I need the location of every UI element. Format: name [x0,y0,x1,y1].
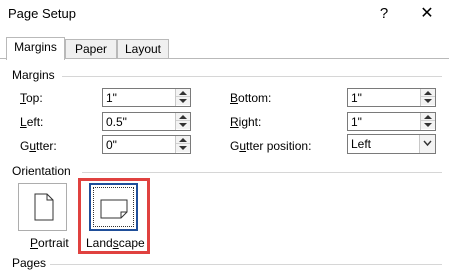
chevron-down-icon[interactable] [419,135,435,153]
left-margin-value: 0.5" [106,115,127,129]
top-label: Top: [20,91,43,105]
bottom-increment-button[interactable] [421,89,435,97]
title-bar: Page Setup ? ✕ [0,0,449,30]
bottom-margin-spinner[interactable]: 1" [347,88,436,107]
help-button[interactable]: ? [374,4,394,24]
top-increment-button[interactable] [176,89,190,97]
landscape-option[interactable] [89,183,138,231]
left-label: Left: [20,115,44,129]
margins-divider [62,76,442,77]
bottom-label: Bottom: [230,91,272,105]
right-increment-button[interactable] [421,113,435,121]
left-increment-button[interactable] [176,113,190,121]
margins-section-label: Margins [12,68,55,82]
top-decrement-button[interactable] [176,97,190,105]
orientation-section-label: Orientation [12,164,71,178]
tab-layout[interactable]: Layout [117,39,169,59]
tab-margins[interactable]: Margins [6,37,65,60]
tab-strip: Margins Paper Layout [0,37,449,60]
gutter-label: Gutter: [20,139,57,153]
gutter-position-select[interactable]: Left [347,134,436,154]
portrait-label: Portrait [30,236,69,250]
right-label: Right: [230,115,262,129]
gutter-position-label: Gutter position: [230,139,312,153]
orientation-divider [82,172,442,173]
right-margin-spinner[interactable]: 1" [347,112,436,131]
left-margin-spinner[interactable]: 0.5" [102,112,191,131]
bottom-decrement-button[interactable] [421,97,435,105]
pages-section-label: Pages [12,256,47,270]
portrait-option[interactable] [18,183,67,231]
landscape-label: Landscape [86,236,145,250]
right-decrement-button[interactable] [421,121,435,129]
close-button[interactable]: ✕ [416,4,438,24]
dialog-title: Page Setup [8,6,76,21]
pages-divider [50,264,442,265]
portrait-page-icon [34,193,54,221]
right-margin-value: 1" [351,115,362,129]
landscape-page-icon [100,199,128,219]
top-margin-value: 1" [106,91,117,105]
gutter-position-value: Left [351,137,372,151]
gutter-increment-button[interactable] [176,136,190,144]
gutter-decrement-button[interactable] [176,144,190,152]
gutter-value: 0" [106,138,117,152]
left-decrement-button[interactable] [176,121,190,129]
tab-paper[interactable]: Paper [65,39,117,59]
bottom-margin-value: 1" [351,91,362,105]
top-margin-spinner[interactable]: 1" [102,88,191,107]
gutter-spinner[interactable]: 0" [102,135,191,154]
